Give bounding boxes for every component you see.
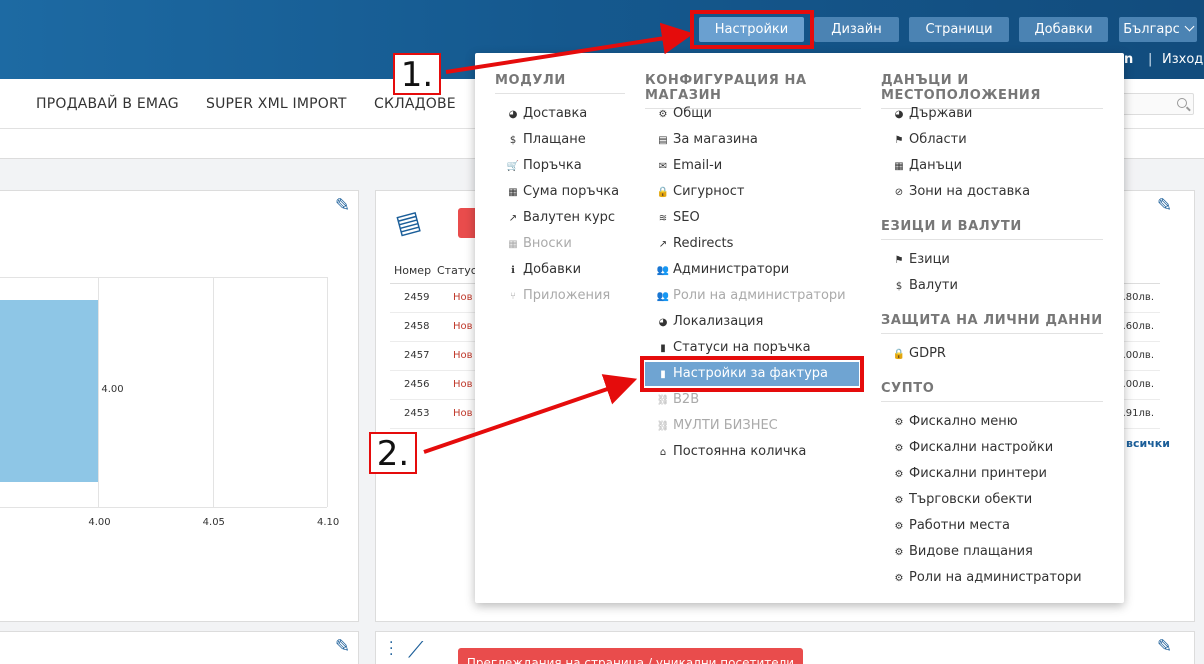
arrow-step1 (445, 22, 694, 74)
annotation-step-1: 1. (393, 53, 441, 95)
annotation-step-2: 2. (369, 432, 417, 474)
arrow-step2 (423, 374, 638, 454)
annotation-arrows (423, 22, 694, 454)
